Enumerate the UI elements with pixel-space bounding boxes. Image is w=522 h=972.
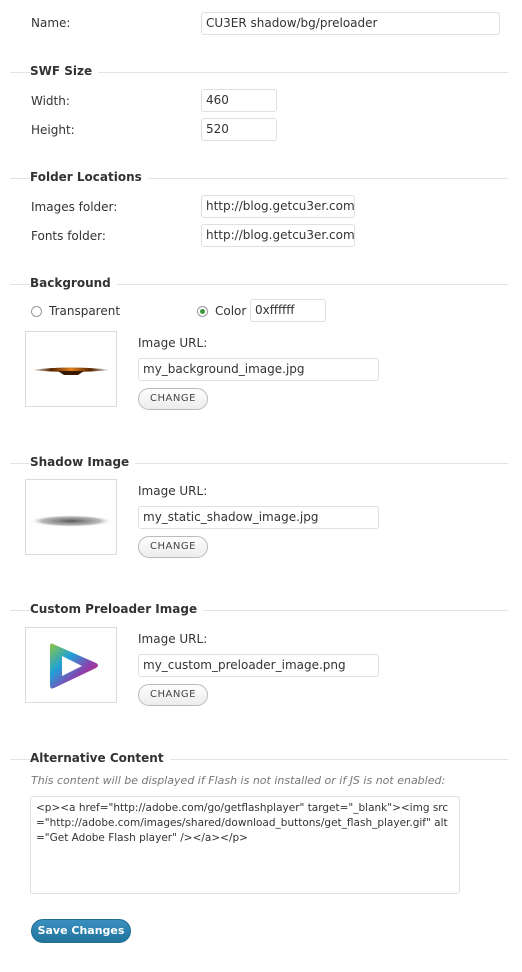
preloader-image-url-input[interactable]: my_custom_preloader_image.png bbox=[138, 654, 379, 677]
swf-size-title: SWF Size bbox=[30, 64, 99, 78]
images-folder-input[interactable]: http://blog.getcu3er.com bbox=[201, 195, 355, 218]
alternative-content-title: Alternative Content bbox=[30, 751, 170, 765]
transparent-radio[interactable] bbox=[31, 306, 42, 317]
background-image-url-label: Image URL: bbox=[138, 336, 208, 350]
images-folder-label: Images folder: bbox=[31, 200, 118, 214]
background-title: Background bbox=[30, 276, 117, 290]
color-input[interactable]: 0xffffff bbox=[250, 299, 326, 322]
name-input[interactable]: CU3ER shadow/bg/preloader bbox=[201, 12, 500, 35]
width-input[interactable]: 460 bbox=[201, 89, 277, 112]
preloader-image-title: Custom Preloader Image bbox=[30, 602, 204, 616]
preloader-change-button[interactable]: CHANGE bbox=[138, 684, 208, 706]
folder-locations-title: Folder Locations bbox=[30, 170, 148, 184]
background-image-url-input[interactable]: my_background_image.jpg bbox=[138, 358, 379, 381]
width-label: Width: bbox=[31, 94, 70, 108]
shadow-change-button[interactable]: CHANGE bbox=[138, 536, 208, 558]
transparent-label: Transparent bbox=[49, 304, 121, 318]
save-changes-button[interactable]: Save Changes bbox=[31, 919, 131, 943]
name-label: Name: bbox=[31, 16, 71, 30]
preloader-image-url-label: Image URL: bbox=[138, 632, 208, 646]
background-thumbnail bbox=[25, 331, 117, 407]
color-label: Color bbox=[215, 304, 247, 318]
alternative-content-hint: This content will be displayed if Flash … bbox=[31, 774, 446, 787]
background-preview-image bbox=[31, 367, 111, 375]
height-input[interactable]: 520 bbox=[201, 118, 277, 141]
shadow-preview-image bbox=[29, 515, 113, 527]
shadow-image-url-label: Image URL: bbox=[138, 484, 208, 498]
preloader-thumbnail bbox=[25, 627, 117, 703]
alternative-content-textarea[interactable]: <p><a href="http://adobe.com/go/getflash… bbox=[30, 796, 460, 894]
color-radio[interactable] bbox=[197, 306, 208, 317]
shadow-image-url-input[interactable]: my_static_shadow_image.jpg bbox=[138, 506, 379, 529]
fonts-folder-input[interactable]: http://blog.getcu3er.com bbox=[201, 224, 355, 247]
height-label: Height: bbox=[31, 123, 75, 137]
shadow-image-title: Shadow Image bbox=[30, 455, 136, 469]
shadow-thumbnail bbox=[25, 479, 117, 555]
play-logo-icon bbox=[50, 643, 98, 689]
fonts-folder-label: Fonts folder: bbox=[31, 229, 106, 243]
background-change-button[interactable]: CHANGE bbox=[138, 388, 208, 410]
